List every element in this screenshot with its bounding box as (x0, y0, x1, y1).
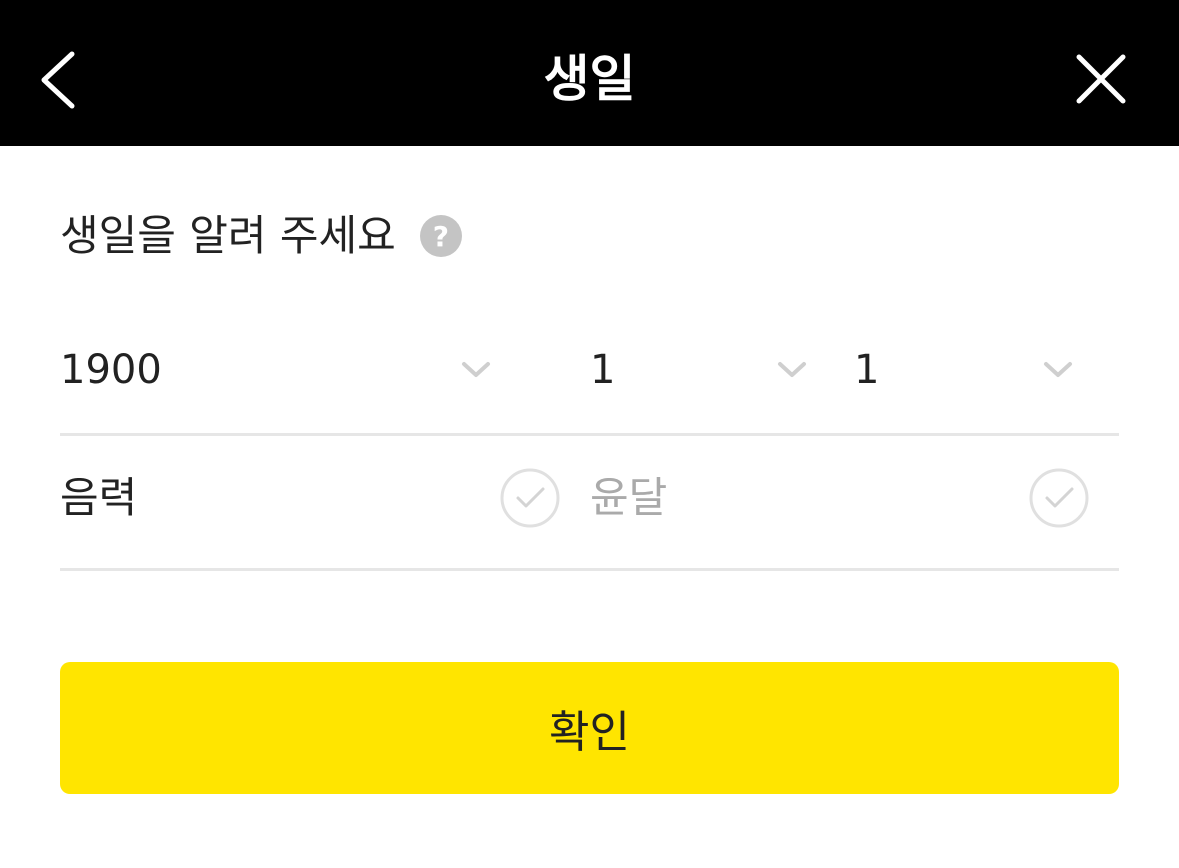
confirm-button[interactable]: 확인 (60, 662, 1119, 794)
options-divider (60, 568, 1119, 571)
day-value: 1 (854, 347, 880, 393)
birthday-prompt: 생일을 알려 주세요 ? (60, 206, 462, 266)
page-title: 생일 (543, 50, 636, 108)
year-value: 1900 (60, 347, 162, 393)
month-select[interactable]: 1 (590, 332, 815, 408)
lunar-checkbox-icon[interactable] (499, 467, 561, 529)
prompt-text: 생일을 알려 주세요 (60, 211, 396, 260)
leap-month-checkbox-icon[interactable] (1028, 467, 1090, 529)
help-icon[interactable]: ? (419, 215, 462, 257)
confirm-label: 확인 (549, 707, 630, 758)
top-navigation-bar: 생일 (0, 0, 1179, 146)
chevron-down-icon (462, 362, 490, 377)
month-value: 1 (590, 347, 616, 393)
close-button[interactable] (1066, 44, 1136, 114)
leap-month-label: 윤달 (590, 473, 668, 522)
chevron-down-icon (778, 362, 806, 377)
year-select[interactable]: 1900 (60, 332, 500, 408)
close-icon (1076, 54, 1126, 104)
date-divider (60, 433, 1119, 436)
chevron-down-icon (1044, 362, 1072, 377)
lunar-label: 음력 (60, 473, 138, 522)
leap-month-option[interactable]: 윤달 (590, 466, 1090, 530)
lunar-calendar-option[interactable]: 음력 (60, 466, 560, 530)
day-select[interactable]: 1 (854, 332, 1079, 408)
